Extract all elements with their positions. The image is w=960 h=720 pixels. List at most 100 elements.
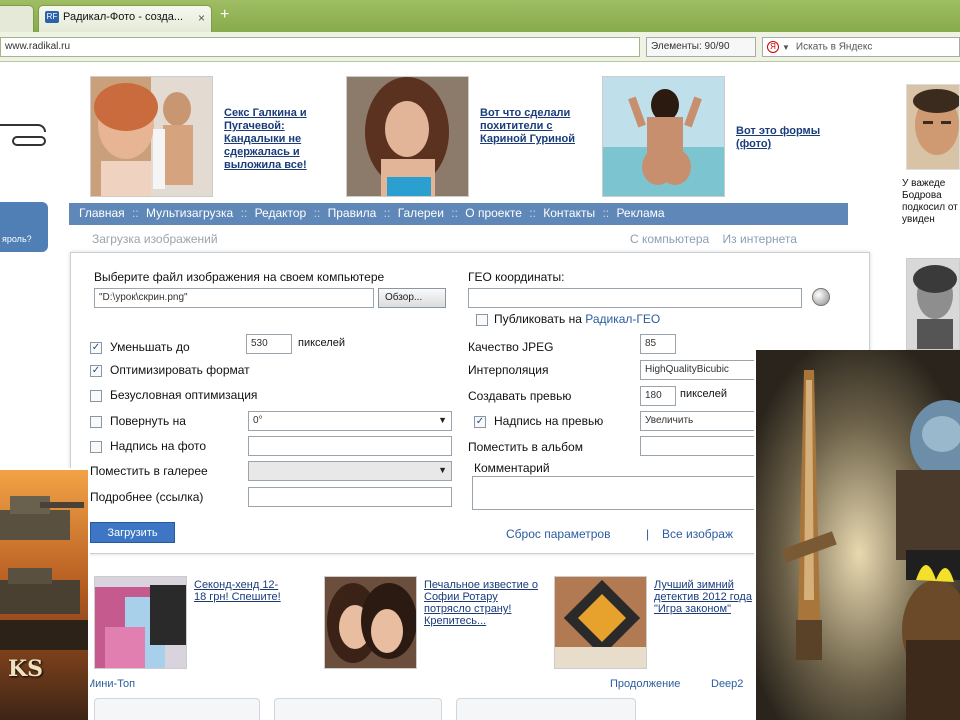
overlay-tanks-image: KS — [0, 468, 90, 720]
ad-image-1[interactable] — [90, 76, 213, 197]
rotate-checkbox[interactable] — [90, 416, 102, 428]
nav-item-contacts[interactable]: Контакты — [543, 206, 595, 220]
ad-link-3[interactable]: Вот это формы (фото) — [736, 125, 846, 151]
section-title: Загрузка изображений — [92, 232, 218, 246]
reduce-label: Уменьшать до — [110, 340, 190, 354]
right-photo-sketch — [907, 259, 959, 349]
overlay-tanks-title: KS — [8, 656, 44, 682]
globe-icon[interactable] — [812, 288, 830, 306]
nav-separator: :: — [529, 206, 536, 220]
geo-input[interactable] — [468, 288, 802, 308]
nav-separator: :: — [132, 206, 139, 220]
more-link-label: Подробнее (ссылка) — [90, 490, 204, 504]
reset-params-link[interactable]: Сброс параметров — [506, 527, 610, 541]
comment-textarea[interactable] — [472, 476, 756, 510]
browser-tab-prev[interactable] — [0, 5, 34, 32]
preview-caption-input[interactable]: Увеличить — [640, 411, 756, 431]
file-path-input[interactable]: "D:\урок\скрин.png" — [94, 288, 374, 308]
preview-size-input[interactable]: 180 — [640, 386, 676, 406]
fantasy-art — [756, 350, 960, 720]
more-link-input[interactable] — [248, 487, 452, 507]
ad-image-2[interactable] — [346, 76, 469, 197]
site-logo[interactable] — [0, 110, 50, 160]
caption-input[interactable] — [248, 436, 452, 456]
caption-checkbox[interactable] — [90, 441, 102, 453]
overlay-fantasy-image — [754, 350, 960, 720]
caption-label: Надпись на фото — [110, 439, 207, 453]
file-label: Выберите файл изображения на своем компь… — [94, 270, 385, 284]
url-field[interactable]: www.radikal.ru — [0, 37, 640, 57]
side-button-label: яроль? — [2, 234, 32, 244]
interpolation-select[interactable]: HighQualityBicubic — [640, 360, 756, 380]
browser-address-bar: www.radikal.ru Элементы: 90/90 Я ▼ Искать … — [0, 32, 960, 62]
logo-stroke — [12, 136, 46, 146]
right-column-text[interactable]: У важеде Бодрова подкосил от увиден — [902, 178, 960, 226]
tab-close-icon[interactable]: × — [198, 11, 205, 25]
mini-top-link[interactable]: Мини-Топ — [86, 678, 135, 690]
chevron-down-icon: ▼ — [438, 465, 447, 475]
album-select[interactable] — [640, 436, 756, 456]
nav-item-galleries[interactable]: Галереи — [398, 206, 444, 220]
reduce-unit-label: пикселей — [298, 337, 345, 349]
reduce-size-input[interactable]: 530 — [246, 334, 292, 354]
nav-item-rules[interactable]: Правила — [328, 206, 377, 220]
rotate-value: 0° — [253, 415, 263, 426]
browser-tab-title: Радикал-Фото - созда... — [63, 11, 184, 23]
nav-item-about[interactable]: О проекте — [465, 206, 522, 220]
publish-geo-checkbox[interactable] — [476, 314, 488, 326]
preview-unit-label: пикселей — [680, 388, 727, 400]
nav-item-home[interactable]: Главная — [79, 206, 125, 220]
tab-from-computer[interactable]: С компьютера — [630, 232, 709, 246]
nav-item-editor[interactable]: Редактор — [255, 206, 307, 220]
chevron-down-icon[interactable]: ▼ — [782, 43, 790, 52]
ad-image-3[interactable] — [602, 76, 725, 197]
album-label: Поместить в альбом — [468, 440, 583, 454]
news-link-3[interactable]: Лучший зимний детектив 2012 года "Игра з… — [654, 579, 754, 615]
deep-link[interactable]: Deep2 — [711, 678, 743, 690]
news-image-3[interactable] — [554, 576, 647, 669]
continue-link[interactable]: Продолжение — [610, 678, 680, 690]
tab-from-internet[interactable]: Из интернета — [723, 232, 797, 246]
news-image-1[interactable] — [94, 576, 187, 669]
nav-item-multiupload[interactable]: Мультизагрузка — [146, 206, 233, 220]
optimize-checkbox[interactable]: ✓ — [90, 365, 102, 377]
browser-tab-active[interactable]: RF Радикал-Фото - созда... × — [38, 5, 212, 32]
jpeg-quality-label: Качество JPEG — [468, 340, 554, 354]
reduce-checkbox[interactable]: ✓ — [90, 342, 102, 354]
yandex-search-input[interactable]: Я ▼ Искать в Яндекс — [762, 37, 960, 57]
main-nav: Главная :: Мультизагрузка :: Редактор ::… — [69, 203, 848, 225]
new-tab-button[interactable]: + — [220, 7, 229, 23]
ad-photo-1 — [91, 77, 212, 196]
right-column-photo[interactable] — [906, 84, 960, 170]
news-photo-poster — [555, 577, 646, 668]
bottom-tile[interactable] — [274, 698, 442, 720]
publish-geo-text: Публиковать на — [494, 312, 586, 326]
geo-label: ГЕО координаты: — [468, 270, 565, 284]
news-link-2[interactable]: Печальное известие о Софии Ротару потряс… — [424, 579, 540, 627]
rotate-select[interactable]: 0° ▼ — [248, 411, 452, 431]
right-column-photo-2[interactable] — [906, 258, 960, 350]
publish-geo-label: Публиковать на Радикал-ГЕО — [494, 312, 660, 326]
ad-link-1[interactable]: Секс Галкина и Пугачевой: Кандалыки не с… — [224, 107, 334, 172]
uncond-optimize-checkbox[interactable] — [90, 390, 102, 402]
radikal-geo-link[interactable]: Радикал-ГЕО — [585, 312, 660, 326]
browse-button[interactable]: Обзор... — [378, 288, 446, 308]
uncond-optimize-label: Безусловная оптимизация — [110, 388, 258, 402]
news-link-1[interactable]: Секонд-хенд 12-18 грн! Спешите! — [194, 579, 282, 603]
bottom-tile[interactable] — [456, 698, 636, 720]
news-image-2[interactable] — [324, 576, 417, 669]
tanks-art — [0, 470, 88, 720]
login-side-button[interactable]: яроль? — [0, 202, 48, 252]
preview-caption-checkbox[interactable]: ✓ — [474, 416, 486, 428]
jpeg-quality-input[interactable]: 85 — [640, 334, 676, 354]
right-photo-face — [907, 85, 959, 169]
link-divider: | — [646, 527, 650, 541]
gallery-select[interactable]: ▼ — [248, 461, 452, 481]
upload-button[interactable]: Загрузить — [90, 522, 175, 543]
bottom-tile[interactable] — [94, 698, 260, 720]
nav-separator: :: — [313, 206, 321, 220]
gallery-label: Поместить в галерее — [90, 464, 208, 478]
nav-item-ads[interactable]: Реклама — [616, 206, 664, 220]
all-images-link[interactable]: Все изображ — [662, 527, 733, 541]
ad-link-2[interactable]: Вот что сделали похитители с Кариной Гур… — [480, 107, 580, 146]
